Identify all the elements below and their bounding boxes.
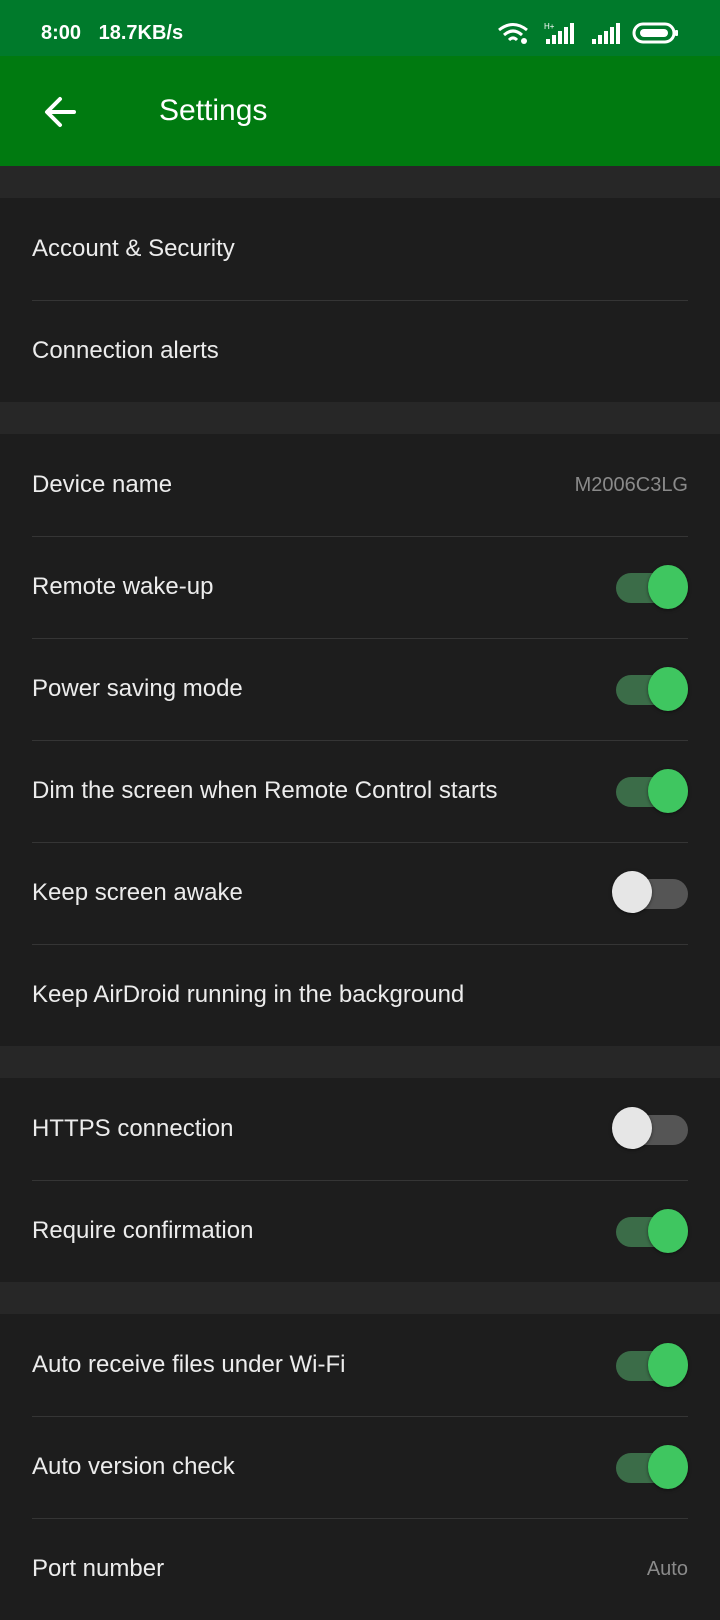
keep-screen-awake-toggle[interactable] bbox=[612, 869, 688, 917]
device-name-row[interactable]: Device name M2006C3LG bbox=[0, 434, 720, 536]
row-label: Remote wake-up bbox=[32, 573, 214, 600]
status-left: 8:00 18.7KB/s bbox=[41, 22, 195, 45]
settings-section-device: Device name M2006C3LG Remote wake-up Pow… bbox=[0, 434, 720, 1046]
auto-receive-files-toggle[interactable] bbox=[612, 1341, 688, 1389]
row-label: Require confirmation bbox=[32, 1217, 254, 1244]
auto-receive-files-row[interactable]: Auto receive files under Wi-Fi bbox=[0, 1314, 720, 1416]
battery-icon bbox=[632, 22, 678, 44]
account-security-row[interactable]: Account & Security bbox=[0, 198, 720, 300]
power-saving-toggle[interactable] bbox=[612, 665, 688, 713]
section-gap bbox=[0, 166, 720, 198]
row-label: HTTPS connection bbox=[32, 1115, 234, 1142]
require-confirmation-toggle[interactable] bbox=[612, 1207, 688, 1255]
settings-section-files: Auto receive files under Wi-Fi Auto vers… bbox=[0, 1314, 720, 1620]
settings-section-connection: HTTPS connection Require confirmation bbox=[0, 1078, 720, 1282]
signal-icon-2 bbox=[592, 23, 620, 44]
wifi-icon bbox=[498, 23, 528, 44]
back-button[interactable] bbox=[30, 82, 90, 142]
row-label: Device name bbox=[32, 471, 173, 498]
row-label: Dim the screen when Remote Control start… bbox=[32, 777, 498, 804]
row-label: Auto version check bbox=[32, 1453, 235, 1480]
port-number-row[interactable]: Port number Auto bbox=[0, 1518, 720, 1620]
port-number-value: Auto bbox=[646, 1557, 688, 1580]
keep-running-background-row[interactable]: Keep AirDroid running in the background bbox=[0, 944, 720, 1046]
row-label: Power saving mode bbox=[32, 675, 243, 702]
https-connection-row[interactable]: HTTPS connection bbox=[0, 1078, 720, 1180]
section-gap bbox=[0, 1046, 720, 1078]
settings-section-account: Account & Security Connection alerts bbox=[0, 198, 720, 402]
settings-list: Account & Security Connection alerts Dev… bbox=[0, 166, 720, 1620]
arrow-left-icon bbox=[45, 97, 76, 127]
row-label: Account & Security bbox=[32, 235, 235, 262]
page-title: Settings bbox=[159, 94, 268, 127]
power-saving-row[interactable]: Power saving mode bbox=[0, 638, 720, 740]
connection-alerts-row[interactable]: Connection alerts bbox=[0, 300, 720, 402]
section-gap bbox=[0, 402, 720, 434]
device-name-value: M2006C3LG bbox=[574, 473, 688, 496]
signal-icon: H+ bbox=[544, 22, 574, 44]
remote-wakeup-toggle[interactable] bbox=[612, 563, 688, 611]
keep-screen-awake-row[interactable]: Keep screen awake bbox=[0, 842, 720, 944]
auto-version-check-toggle[interactable] bbox=[612, 1443, 688, 1491]
row-label: Port number bbox=[32, 1555, 165, 1582]
https-connection-toggle[interactable] bbox=[612, 1105, 688, 1153]
remote-wakeup-row[interactable]: Remote wake-up bbox=[0, 536, 720, 638]
dim-screen-row[interactable]: Dim the screen when Remote Control start… bbox=[0, 740, 720, 842]
status-icons: H+ bbox=[496, 20, 680, 46]
row-label: Auto receive files under Wi-Fi bbox=[32, 1351, 346, 1378]
status-network-speed: 18.7KB/s bbox=[98, 22, 184, 44]
status-bar: 8:00 18.7KB/s H+ bbox=[0, 0, 720, 56]
row-label: Keep screen awake bbox=[32, 879, 243, 906]
auto-version-check-row[interactable]: Auto version check bbox=[0, 1416, 720, 1518]
section-gap bbox=[0, 1282, 720, 1314]
require-confirmation-row[interactable]: Require confirmation bbox=[0, 1180, 720, 1282]
dim-screen-toggle[interactable] bbox=[612, 767, 688, 815]
row-label: Connection alerts bbox=[32, 337, 219, 364]
row-label: Keep AirDroid running in the background bbox=[32, 981, 465, 1008]
status-time: 8:00 bbox=[41, 22, 82, 44]
app-bar: Settings bbox=[0, 56, 720, 166]
svg-text:H+: H+ bbox=[544, 22, 555, 31]
